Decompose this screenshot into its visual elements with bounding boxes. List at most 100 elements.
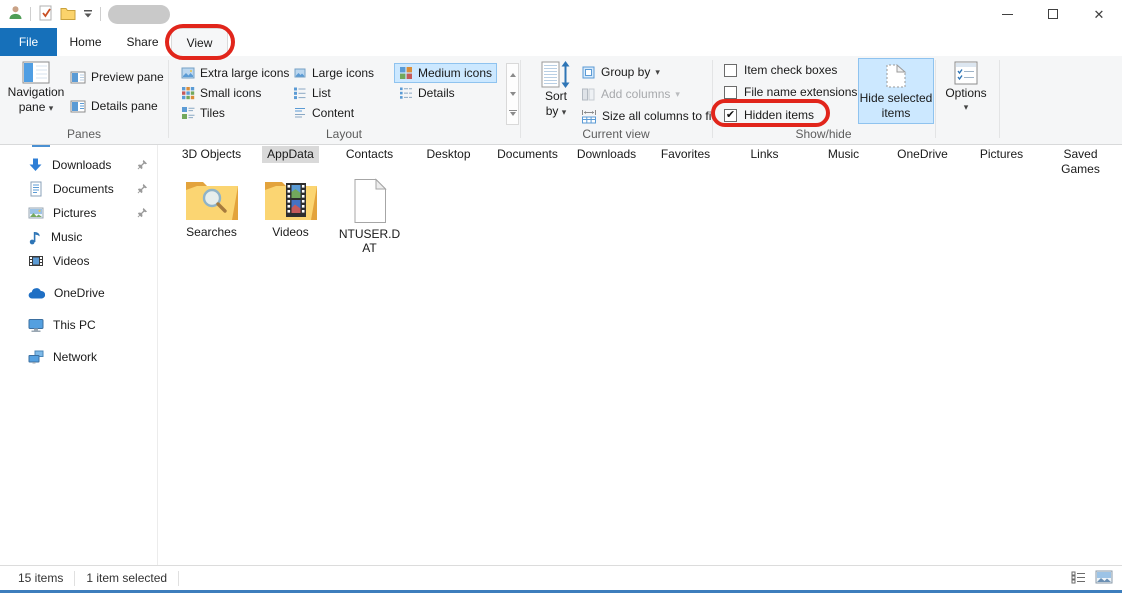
file-name-extensions-option[interactable]: File name extensions xyxy=(724,83,857,101)
properties-button[interactable] xyxy=(38,5,53,24)
sidebar-item-documents[interactable]: Documents xyxy=(0,178,157,200)
file-item-pictures[interactable]: Pictures xyxy=(962,146,1041,163)
sort-by-button[interactable]: Sort by ▾ xyxy=(534,58,578,124)
gallery-scroll-down-button[interactable] xyxy=(507,84,518,104)
file-item-desktop[interactable]: Desktop xyxy=(409,146,488,163)
expand-line-icon xyxy=(509,110,517,111)
file-item-saved-games[interactable]: Saved Games xyxy=(1041,146,1120,178)
sidebar-item-this-pc[interactable]: This PC xyxy=(0,314,157,336)
onedrive-icon xyxy=(28,288,45,299)
hidden-items-option[interactable]: ✔ Hidden items xyxy=(724,106,814,124)
hide-selected-items-icon xyxy=(884,62,908,90)
minimize-button[interactable] xyxy=(984,0,1030,28)
hide-selected-items-button[interactable]: Hide selected items xyxy=(858,58,934,124)
panes-group-label: Panes xyxy=(0,127,168,141)
file-item-downloads[interactable]: Downloads xyxy=(567,146,646,163)
small-icons-icon xyxy=(181,86,195,100)
file-item-videos[interactable]: Videos xyxy=(251,178,330,239)
sidebar-item-network[interactable]: Network xyxy=(0,346,157,368)
preview-pane-button[interactable]: Preview pane xyxy=(70,67,164,87)
preview-pane-icon xyxy=(70,71,86,84)
checkbox-checked[interactable]: ✔ xyxy=(724,109,737,122)
details-pane-icon xyxy=(70,100,86,113)
thumbnail-view-button[interactable] xyxy=(1095,570,1113,587)
gallery-expand-button[interactable] xyxy=(507,104,518,124)
group-by-button[interactable]: Group by ▾ xyxy=(581,62,660,82)
file-item-label: AppData xyxy=(262,146,319,163)
new-folder-button[interactable] xyxy=(60,6,76,23)
pin-icon[interactable] xyxy=(137,207,148,221)
details-pane-button[interactable]: Details pane xyxy=(70,96,158,116)
sidebar-item-label: Downloads xyxy=(52,158,111,172)
sort-by-label-1: Sort xyxy=(545,89,567,103)
details-view-button[interactable] xyxy=(1071,571,1086,587)
item-check-boxes-option[interactable]: Item check boxes xyxy=(724,61,837,79)
file-item-searches[interactable]: Searches xyxy=(172,178,251,239)
medium-icons-icon xyxy=(399,66,413,80)
show-hide-group-label: Show/hide xyxy=(712,127,935,141)
gallery-scroll-up-button[interactable] xyxy=(507,64,518,84)
file-item-label: Contacts xyxy=(341,146,398,163)
options-button[interactable]: Options ▾ xyxy=(940,58,992,124)
layout-list[interactable]: List xyxy=(288,83,336,103)
chevron-down-icon: ▾ xyxy=(49,103,54,113)
layout-small-icons[interactable]: Small icons xyxy=(176,83,266,103)
file-item-appdata-selected[interactable]: AppData xyxy=(251,146,330,163)
close-button[interactable]: ✕ xyxy=(1076,0,1122,28)
details-view-icon xyxy=(399,86,413,100)
customize-toolbar-chevron-icon[interactable] xyxy=(83,7,93,21)
sidebar-item-onedrive[interactable]: OneDrive xyxy=(0,282,157,304)
sidebar-item-music[interactable]: Music xyxy=(0,226,157,248)
status-separator xyxy=(74,571,75,586)
add-columns-icon xyxy=(581,87,596,102)
file-item-label: Links xyxy=(745,146,783,163)
pin-icon[interactable] xyxy=(137,159,148,173)
size-all-columns-label: Size all columns to fit xyxy=(602,109,715,123)
checkbox-unchecked[interactable] xyxy=(724,64,737,77)
file-item-3d-objects[interactable]: 3D Objects xyxy=(172,146,251,163)
layout-medium-icons-selected[interactable]: Medium icons xyxy=(394,63,497,83)
add-columns-label: Add columns xyxy=(601,87,670,101)
file-item-ntuser-dat[interactable]: NTUSER.DAT xyxy=(330,178,409,255)
checkbox-unchecked[interactable] xyxy=(724,86,737,99)
size-all-columns-button[interactable]: Size all columns to fit xyxy=(581,106,715,126)
tab-home[interactable]: Home xyxy=(57,28,114,56)
sidebar-item-videos[interactable]: Videos xyxy=(0,250,157,272)
extra-large-icons-icon xyxy=(181,66,195,80)
file-item-links[interactable]: Links xyxy=(725,146,804,163)
layout-extra-large-icons[interactable]: Extra large icons xyxy=(176,63,294,83)
layout-details[interactable]: Details xyxy=(394,83,460,103)
file-item-contacts[interactable]: Contacts xyxy=(330,146,409,163)
tab-file[interactable]: File xyxy=(0,28,57,56)
item-count: 15 items xyxy=(18,571,63,585)
tab-view[interactable]: View xyxy=(171,28,228,56)
chevron-down-icon: ▾ xyxy=(562,107,567,117)
pin-icon[interactable] xyxy=(137,183,148,197)
file-item-music[interactable]: Music xyxy=(804,146,883,163)
clipped-sidebar-item xyxy=(32,145,50,147)
chevron-down-icon: ▾ xyxy=(964,100,969,114)
maximize-button[interactable] xyxy=(1030,0,1076,28)
large-icons-label: Large icons xyxy=(312,66,374,80)
file-item-label: Videos xyxy=(272,225,308,239)
chevron-down-icon: ▾ xyxy=(675,89,680,100)
toolbar-separator xyxy=(100,7,101,21)
file-item-onedrive[interactable]: OneDrive xyxy=(883,146,962,163)
layout-content[interactable]: Content xyxy=(288,103,359,123)
file-item-label: NTUSER.DAT xyxy=(336,227,404,255)
group-separator xyxy=(999,60,1000,138)
title-bar: ✕ xyxy=(0,0,1122,28)
navigation-pane-button[interactable]: Navigation pane ▾ xyxy=(8,58,64,124)
tab-share[interactable]: Share xyxy=(114,28,171,56)
sidebar-item-downloads[interactable]: Downloads xyxy=(0,154,157,176)
file-icon xyxy=(352,178,388,224)
file-item-documents[interactable]: Documents xyxy=(488,146,567,163)
tab-share-label: Share xyxy=(126,35,158,49)
sidebar-item-pictures[interactable]: Pictures xyxy=(0,202,157,224)
layout-tiles[interactable]: Tiles xyxy=(176,103,230,123)
toolbar-separator xyxy=(30,7,31,21)
navigation-pane-label-1: Navigation xyxy=(8,85,65,99)
file-item-label: Saved Games xyxy=(1057,146,1105,178)
layout-large-icons[interactable]: Large icons xyxy=(288,63,379,83)
file-item-favorites[interactable]: Favorites xyxy=(646,146,725,163)
